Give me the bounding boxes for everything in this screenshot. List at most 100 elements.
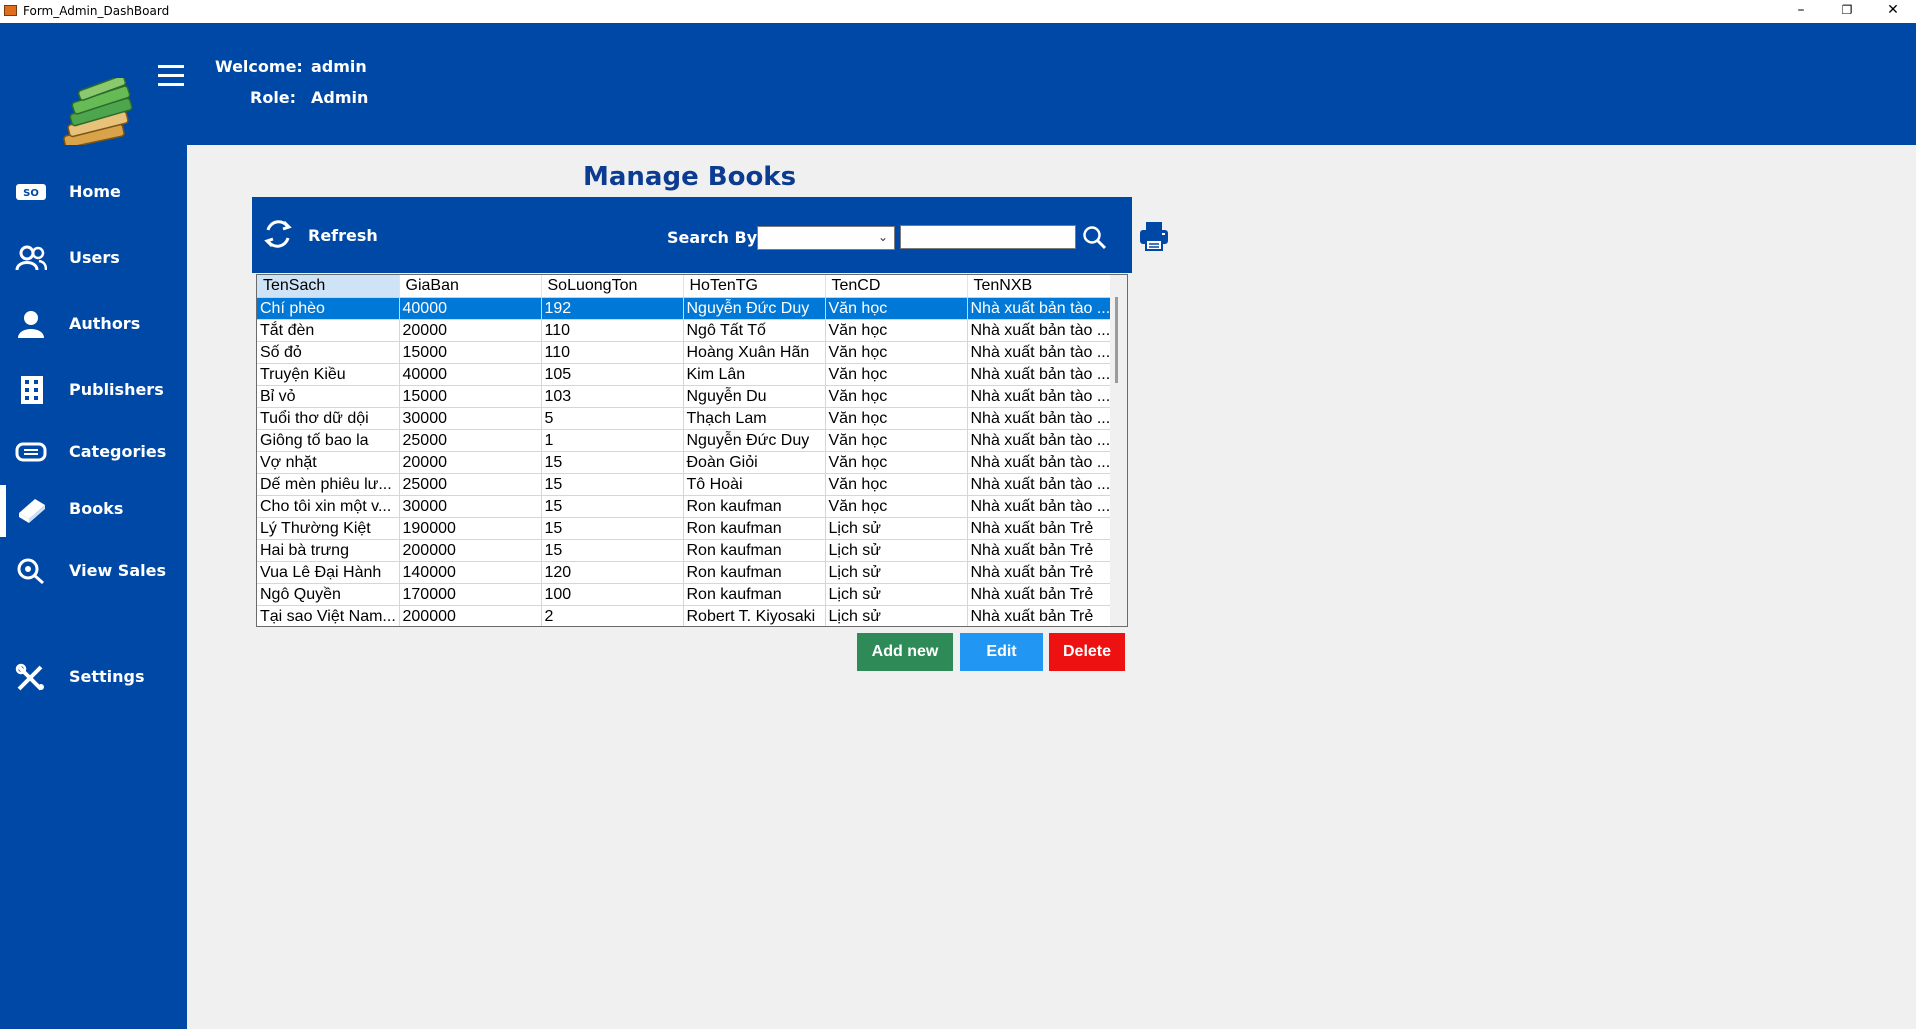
table-cell[interactable]: Nhà xuất bản Trẻ (967, 583, 1112, 606)
table-cell[interactable]: Ron kaufman (683, 539, 826, 562)
table-cell[interactable]: Tại sao Việt Nam... (257, 605, 400, 626)
table-cell[interactable]: 1 (541, 429, 684, 452)
table-cell[interactable]: Văn học (825, 341, 968, 364)
table-cell[interactable]: Văn học (825, 429, 968, 452)
menu-toggle-icon[interactable] (158, 65, 184, 87)
grid-scrollbar[interactable] (1110, 275, 1127, 626)
table-cell[interactable]: Chí phèo (257, 297, 400, 320)
sidebar-item-view-sales[interactable]: View Sales (0, 547, 187, 595)
table-cell[interactable]: 170000 (399, 583, 542, 606)
table-cell[interactable]: Tắt đèn (257, 319, 400, 342)
table-cell[interactable]: Nguyễn Đức Duy (683, 429, 826, 452)
table-cell[interactable]: Lịch sử (825, 605, 968, 626)
table-cell[interactable]: 15000 (399, 341, 542, 364)
table-cell[interactable]: 110 (541, 319, 684, 342)
refresh-icon[interactable] (262, 218, 294, 250)
table-cell[interactable]: 15 (541, 451, 684, 474)
table-cell[interactable]: 15 (541, 473, 684, 496)
table-cell[interactable]: 105 (541, 363, 684, 386)
sidebar-item-users[interactable]: Users (0, 234, 187, 282)
table-cell[interactable]: Robert T. Kiyosaki (683, 605, 826, 626)
column-header-tennxb[interactable]: TenNXB (967, 275, 1112, 298)
table-cell[interactable]: Nhà xuất bản Trẻ (967, 605, 1112, 626)
column-header-tensach[interactable]: TenSach (257, 275, 400, 298)
table-cell[interactable]: Nhà xuất bản tào ... (967, 451, 1112, 474)
table-cell[interactable]: Dế mèn phiêu lư... (257, 473, 400, 496)
minimize-button[interactable]: – (1778, 0, 1824, 23)
edit-button[interactable]: Edit (960, 633, 1043, 671)
table-cell[interactable]: Nhà xuất bản tào ... (967, 385, 1112, 408)
table-row[interactable]: Cho tôi xin một v... 30000 15 Ron kaufman Vă… (257, 495, 1112, 518)
table-cell[interactable]: 192 (541, 297, 684, 320)
table-row[interactable]: Hai bà trưng 200000 15 Ron kaufman Lịch sử Nh… (257, 539, 1112, 562)
table-row[interactable]: Tại sao Việt Nam... 200000 2 Robert T. Kiyo… (257, 605, 1112, 626)
table-row[interactable]: Truyện Kiều 40000 105 Kim Lân Văn học Nhà xuấ… (257, 363, 1112, 386)
table-cell[interactable]: 20000 (399, 451, 542, 474)
table-cell[interactable]: Lịch sử (825, 561, 968, 584)
table-cell[interactable]: 200000 (399, 539, 542, 562)
table-cell[interactable]: Nhà xuất bản Trẻ (967, 561, 1112, 584)
table-cell[interactable]: 2 (541, 605, 684, 626)
table-row[interactable]: Tuổi thơ dữ dội 30000 5 Thạch Lam Văn học Nhà… (257, 407, 1112, 430)
column-header-giaban[interactable]: GiaBan (399, 275, 542, 298)
table-cell[interactable]: Nhà xuất bản tào ... (967, 429, 1112, 452)
search-input[interactable] (900, 225, 1076, 249)
table-cell[interactable]: Ngô Tất Tố (683, 319, 826, 342)
table-cell[interactable]: Ron kaufman (683, 495, 826, 518)
table-row[interactable]: Giông tố bao la 25000 1 Nguyễn Đức Duy Văn h… (257, 429, 1112, 452)
sidebar-item-categories[interactable]: Categories (0, 428, 187, 476)
table-cell[interactable]: Văn học (825, 363, 968, 386)
table-cell[interactable]: Nhà xuất bản tào ... (967, 319, 1112, 342)
column-header-tencd[interactable]: TenCD (825, 275, 968, 298)
table-cell[interactable]: Bỉ vỏ (257, 385, 400, 408)
table-cell[interactable]: Vua Lê Đại Hành (257, 561, 400, 584)
table-cell[interactable]: 15000 (399, 385, 542, 408)
table-row[interactable]: Bỉ vỏ 15000 103 Nguyễn Du Văn học Nhà xuất bả… (257, 385, 1112, 408)
table-cell[interactable]: 40000 (399, 297, 542, 320)
table-cell[interactable]: 15 (541, 517, 684, 540)
table-cell[interactable]: Văn học (825, 473, 968, 496)
table-row[interactable]: Lý Thường Kiệt 190000 15 Ron kaufman Lịch sử… (257, 517, 1112, 540)
table-cell[interactable]: Ngô Quyền (257, 583, 400, 606)
table-cell[interactable]: Lịch sử (825, 517, 968, 540)
printer-icon[interactable] (1138, 220, 1170, 252)
table-cell[interactable]: 15 (541, 539, 684, 562)
sidebar-item-settings[interactable]: Settings (0, 653, 187, 701)
table-cell[interactable]: Cho tôi xin một v... (257, 495, 400, 518)
table-row[interactable]: Chí phèo 40000 192 Nguyễn Đức Duy Văn học Nhà… (257, 297, 1112, 320)
table-cell[interactable]: Văn học (825, 385, 968, 408)
search-icon[interactable] (1082, 225, 1108, 251)
table-cell[interactable]: Văn học (825, 451, 968, 474)
table-cell[interactable]: Nhà xuất bản tào ... (967, 341, 1112, 364)
table-cell[interactable]: 190000 (399, 517, 542, 540)
table-cell[interactable]: Lý Thường Kiệt (257, 517, 400, 540)
table-cell[interactable]: Nhà xuất bản tào ... (967, 495, 1112, 518)
books-grid[interactable]: TenSach GiaBan SoLuongTon HoTenTG TenCD … (256, 274, 1128, 627)
column-header-hotentg[interactable]: HoTenTG (683, 275, 826, 298)
search-by-select[interactable]: ⌄ (757, 226, 895, 250)
table-cell[interactable]: Tô Hoài (683, 473, 826, 496)
table-cell[interactable]: 15 (541, 495, 684, 518)
sidebar-item-home[interactable]: SO Home (0, 168, 187, 216)
table-cell[interactable]: Nhà xuất bản tào ... (967, 407, 1112, 430)
sidebar-item-books[interactable]: Books (0, 485, 187, 537)
table-cell[interactable]: 25000 (399, 473, 542, 496)
close-button[interactable]: ✕ (1870, 0, 1916, 23)
table-row[interactable]: Ngô Quyền 170000 100 Ron kaufman Lịch sử Nhà … (257, 583, 1112, 606)
table-cell[interactable]: 110 (541, 341, 684, 364)
table-cell[interactable]: Nhà xuất bản tào ... (967, 363, 1112, 386)
table-cell[interactable]: Văn học (825, 297, 968, 320)
table-cell[interactable]: Vợ nhặt (257, 451, 400, 474)
table-cell[interactable]: Ron kaufman (683, 561, 826, 584)
table-cell[interactable]: 5 (541, 407, 684, 430)
table-cell[interactable]: 100 (541, 583, 684, 606)
table-cell[interactable]: Hoàng Xuân Hãn (683, 341, 826, 364)
table-cell[interactable]: Truyện Kiều (257, 363, 400, 386)
table-cell[interactable]: Ron kaufman (683, 517, 826, 540)
table-cell[interactable]: Đoàn Giỏi (683, 451, 826, 474)
sidebar-item-authors[interactable]: Authors (0, 300, 187, 348)
table-row[interactable]: Số đỏ 15000 110 Hoàng Xuân Hãn Văn học Nhà xu… (257, 341, 1112, 364)
table-row[interactable]: Vua Lê Đại Hành 140000 120 Ron kaufman Lịch … (257, 561, 1112, 584)
refresh-button[interactable]: Refresh (308, 226, 378, 245)
table-row[interactable]: Vợ nhặt 20000 15 Đoàn Giỏi Văn học Nhà xuất b… (257, 451, 1112, 474)
